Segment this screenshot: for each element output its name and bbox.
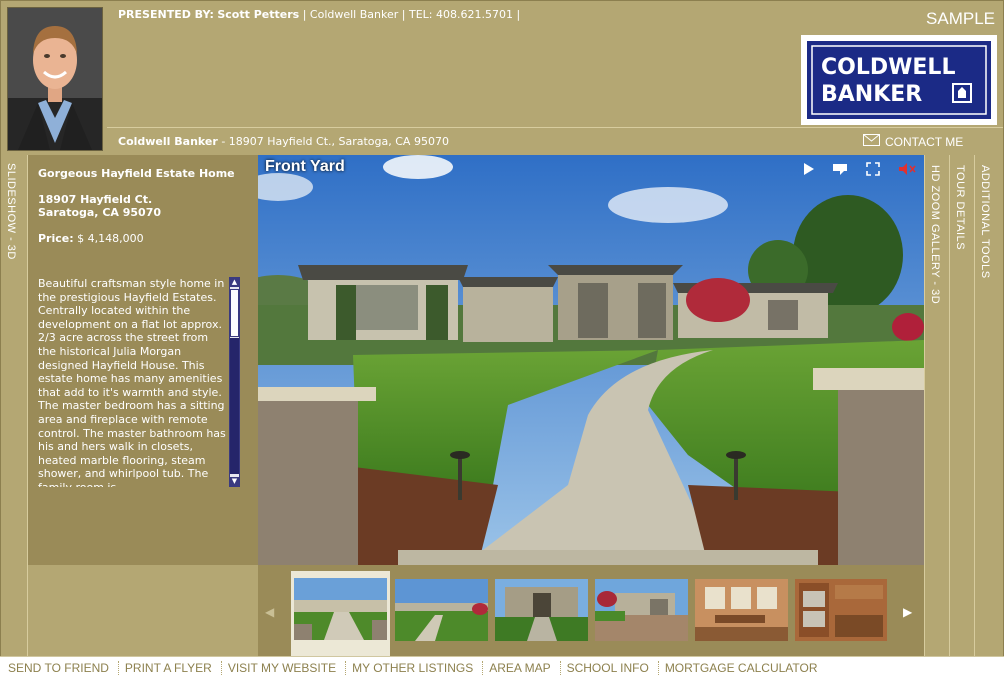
tab-label: TOUR DETAILS bbox=[954, 165, 966, 251]
tab-label: SLIDESHOW - 3D bbox=[5, 163, 17, 260]
thumbnail-dining[interactable] bbox=[695, 579, 788, 641]
property-address-line1: 18907 Hayfield Ct. bbox=[38, 193, 153, 206]
property-title: Gorgeous Hayfield Estate Home bbox=[38, 167, 235, 180]
scroll-track[interactable] bbox=[230, 338, 239, 474]
prev-arrow-icon[interactable]: ◀ bbox=[265, 605, 274, 619]
area-map-link[interactable]: AREA MAP bbox=[483, 661, 561, 675]
logo-line1: COLDWELL bbox=[821, 55, 955, 80]
mortgage-calculator-link[interactable]: MORTGAGE CALCULATOR bbox=[659, 661, 827, 675]
sample-label: SAMPLE bbox=[926, 9, 995, 28]
envelope-icon bbox=[863, 134, 880, 149]
tab-hd-zoom-gallery[interactable]: HD ZOOM GALLERY - 3D bbox=[924, 155, 949, 657]
next-arrow-icon[interactable]: ▶ bbox=[903, 605, 912, 619]
scroll-thumb[interactable] bbox=[230, 289, 239, 337]
contact-me-link[interactable]: CONTACT ME bbox=[863, 134, 963, 149]
price-label: Price: bbox=[38, 232, 74, 245]
other-listings-link[interactable]: MY OTHER LISTINGS bbox=[346, 661, 484, 675]
separator: | bbox=[516, 8, 521, 21]
tab-label: HD ZOOM GALLERY - 3D bbox=[929, 165, 941, 305]
address-company: Coldwell Banker bbox=[118, 135, 218, 148]
tab-tour-details[interactable]: TOUR DETAILS bbox=[949, 155, 974, 657]
scroll-down-icon[interactable]: ▼ bbox=[230, 477, 239, 486]
agent-photo bbox=[7, 7, 103, 151]
thumbnail-strip: ◀ ▶ bbox=[258, 565, 924, 657]
mute-icon[interactable] bbox=[898, 161, 918, 177]
front-yard-photo bbox=[258, 155, 924, 565]
thumbnail-front-yard[interactable] bbox=[291, 571, 390, 657]
fullscreen-icon[interactable] bbox=[865, 161, 881, 177]
tab-slideshow-3d[interactable]: SLIDESHOW - 3D bbox=[1, 155, 28, 657]
photo-title: Front Yard bbox=[265, 158, 345, 175]
thumbnail-entrance[interactable] bbox=[495, 579, 588, 641]
logo-line2: BANKER bbox=[821, 82, 922, 107]
property-description: Beautiful craftsman style home in the pr… bbox=[38, 277, 226, 487]
presented-label: PRESENTED BY: bbox=[118, 8, 214, 21]
tour-frame: PRESENTED BY: Scott Petters | Coldwell B… bbox=[0, 0, 1004, 658]
thumbnail-kitchen[interactable] bbox=[795, 579, 887, 641]
footer-links: SEND TO FRIEND PRINT A FLYER VISIT MY WE… bbox=[0, 656, 1004, 681]
play-icon[interactable] bbox=[800, 161, 816, 177]
thumbnail-garage[interactable] bbox=[595, 579, 688, 641]
property-price: Price: $ 4,148,000 bbox=[38, 232, 144, 245]
presented-by: PRESENTED BY: Scott Petters | Coldwell B… bbox=[118, 8, 520, 21]
scroll-up-icon[interactable]: ▲ bbox=[230, 278, 239, 287]
price-value: $ 4,148,000 bbox=[77, 232, 144, 245]
tab-additional-tools[interactable]: ADDITIONAL TOOLS bbox=[974, 155, 1003, 657]
logo-background: COLDWELL BANKER bbox=[807, 41, 991, 119]
visit-website-link[interactable]: VISIT MY WEBSITE bbox=[222, 661, 347, 675]
main-photo: Front Yard bbox=[258, 155, 924, 565]
header: PRESENTED BY: Scott Petters | Coldwell B… bbox=[1, 1, 1003, 151]
phone: TEL: 408.621.5701 bbox=[408, 8, 513, 21]
agent-name: Scott Petters bbox=[217, 8, 300, 21]
address-text: - 18907 Hayfield Ct., Saratoga, CA 95070 bbox=[221, 135, 449, 148]
school-info-link[interactable]: SCHOOL INFO bbox=[561, 661, 659, 675]
property-info-panel: Gorgeous Hayfield Estate Home 18907 Hayf… bbox=[28, 155, 258, 565]
separator: | bbox=[401, 8, 406, 21]
property-address-line2: Saratoga, CA 95070 bbox=[38, 206, 161, 219]
coldwell-banker-logo: COLDWELL BANKER bbox=[801, 35, 997, 125]
contact-me-label: CONTACT ME bbox=[885, 134, 964, 149]
print-flyer-link[interactable]: PRINT A FLYER bbox=[119, 661, 222, 675]
company-name: Coldwell Banker bbox=[309, 8, 399, 21]
tab-label: ADDITIONAL TOOLS bbox=[979, 165, 991, 279]
separator: | bbox=[302, 8, 307, 21]
thumbnail-lawn[interactable] bbox=[395, 579, 488, 641]
description-scrollbar[interactable]: ▲ ▼ bbox=[229, 277, 240, 487]
caption-icon[interactable] bbox=[832, 161, 848, 177]
send-to-friend-link[interactable]: SEND TO FRIEND bbox=[2, 661, 119, 675]
header-divider bbox=[107, 127, 1003, 128]
address-line: Coldwell Banker - 18907 Hayfield Ct., Sa… bbox=[118, 135, 449, 148]
